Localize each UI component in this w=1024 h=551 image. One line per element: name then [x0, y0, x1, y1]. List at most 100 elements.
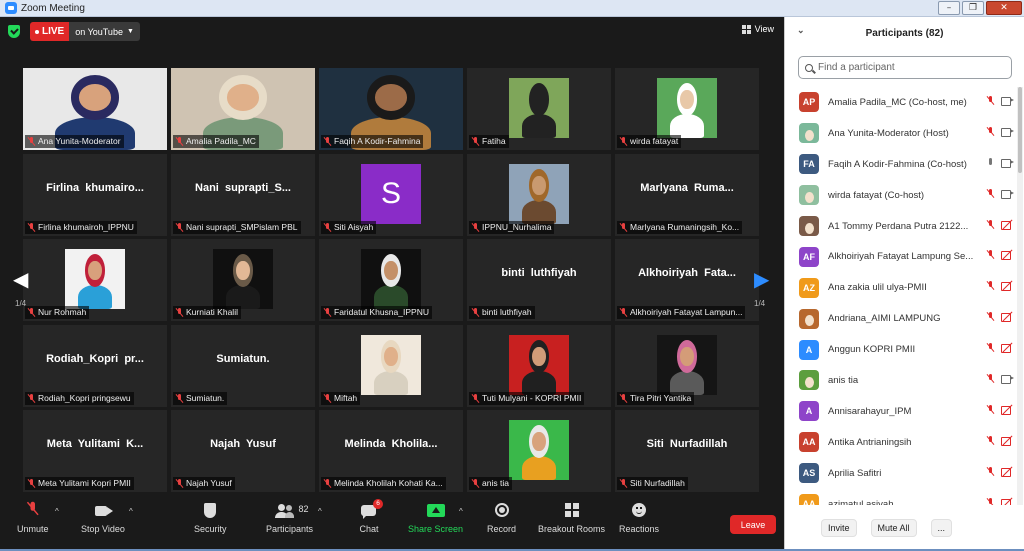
participant-row[interactable]: A1 Tommy Perdana Putra 2122... — [785, 211, 1017, 242]
video-camera-icon[interactable] — [1001, 374, 1014, 385]
participant-row[interactable]: AP Amalia Padila_MC (Co-host, me) — [785, 87, 1017, 118]
participants-button[interactable]: 82 Participants — [266, 503, 313, 534]
mic-muted-icon[interactable] — [987, 374, 993, 383]
video-off-icon[interactable] — [1001, 467, 1013, 477]
next-page-arrow-icon[interactable]: ▶ — [754, 267, 769, 292]
video-tile[interactable]: Faridatul Khusna_IPPNU — [319, 239, 463, 321]
video-off-icon[interactable] — [1001, 405, 1013, 415]
participant-row[interactable]: A Annisarahayur_IPM — [785, 396, 1017, 427]
view-button[interactable]: View — [741, 24, 774, 34]
video-camera-icon[interactable] — [1001, 127, 1014, 137]
video-tile[interactable]: Faqih A Kodir-Fahmina — [319, 68, 463, 150]
security-button[interactable]: Security — [194, 503, 227, 534]
participant-row[interactable]: FA Faqih A Kodir-Fahmina (Co-host) — [785, 149, 1017, 180]
video-tile[interactable]: Melinda Kholila... Melinda Kholilah Kohat… — [319, 410, 463, 492]
share-screen-button[interactable]: Share Screen — [408, 503, 463, 534]
participant-row[interactable]: anis tia — [785, 365, 1017, 396]
encryption-shield-icon[interactable] — [8, 25, 20, 38]
participant-row[interactable]: AF Alkhoiriyah Fatayat Lampung Se... — [785, 241, 1017, 272]
video-camera-icon[interactable] — [1001, 96, 1014, 106]
find-participant-input[interactable]: Find a participant — [798, 56, 1012, 79]
video-tile[interactable]: Amalia Padila_MC — [171, 68, 315, 150]
stop-video-button[interactable]: Stop Video — [81, 503, 125, 534]
video-tile[interactable]: Firlina khumairo... Firlina khumairoh_IPP… — [23, 154, 167, 236]
mic-muted-icon[interactable] — [987, 466, 993, 476]
video-tile[interactable]: anis tia — [467, 410, 611, 492]
mic-icon[interactable] — [987, 157, 993, 168]
share-options-caret-icon[interactable]: ^ — [459, 507, 463, 516]
collapse-chevron-icon[interactable]: ⌄ — [797, 25, 805, 36]
video-tile[interactable]: Alkhoiriyah Fata... Alkhoiriyah Fatayat L… — [615, 239, 759, 321]
video-tile[interactable]: Nani suprapti_S... Nani suprapti_SMPislam… — [171, 154, 315, 236]
video-off-icon[interactable] — [1001, 498, 1013, 505]
video-off-icon[interactable] — [1001, 281, 1013, 292]
video-tile[interactable]: Siti Nurfadillah Siti Nurfadillah — [615, 410, 759, 492]
mic-muted-icon[interactable] — [987, 497, 993, 505]
live-stream-badge[interactable]: LIVE on YouTube ▼ — [30, 22, 140, 41]
more-options-button[interactable]: ... — [930, 519, 953, 537]
participant-list-scrollbar[interactable] — [1017, 87, 1023, 505]
close-button[interactable]: ✕ — [986, 1, 1022, 15]
participant-row[interactable]: A Anggun KOPRI PMII — [785, 334, 1017, 365]
maximize-button[interactable]: ❐ — [962, 1, 984, 15]
mic-muted-icon — [472, 479, 478, 488]
mic-muted-icon[interactable] — [987, 281, 993, 290]
mic-muted-icon[interactable] — [987, 126, 993, 136]
reactions-button[interactable]: Reactions — [619, 503, 659, 534]
participant-row[interactable]: AA Antika Antrianingsih — [785, 427, 1017, 458]
mic-muted-icon[interactable] — [987, 404, 993, 414]
video-tile[interactable]: Nur Rohmah — [23, 239, 167, 321]
prev-page-arrow-icon[interactable]: ◀ — [13, 267, 28, 292]
participant-row[interactable]: Ana Yunita-Moderator (Host) — [785, 118, 1017, 149]
video-off-icon[interactable] — [1001, 250, 1013, 261]
video-tile[interactable]: Kurniati Khalil — [171, 239, 315, 321]
mic-muted-icon[interactable] — [987, 343, 993, 352]
participant-row[interactable]: AZ Ana zakia ulil ulya-PMII — [785, 272, 1017, 303]
mic-muted-icon[interactable] — [987, 435, 993, 445]
video-options-caret-icon[interactable]: ^ — [129, 507, 133, 516]
video-tile[interactable]: Tira Pitri Yantika — [615, 325, 759, 407]
participant-row[interactable]: AS Aprilia Safitri — [785, 458, 1017, 489]
video-off-icon[interactable] — [1001, 312, 1013, 323]
invite-button[interactable]: Invite — [821, 519, 857, 537]
video-camera-icon[interactable] — [1001, 158, 1014, 169]
video-off-icon[interactable] — [1001, 220, 1013, 230]
video-tile[interactable]: Rodiah_Kopri pr... Rodiah_Kopri pringsewu — [23, 325, 167, 407]
video-off-icon[interactable] — [1001, 436, 1013, 446]
video-tile[interactable]: Meta Yulitami K... Meta Yulitami Kopri PM… — [23, 410, 167, 492]
mic-muted-icon[interactable] — [987, 188, 993, 198]
video-tile[interactable]: Sumiatun. Sumiatun. — [171, 325, 315, 407]
video-off-icon[interactable] — [1001, 343, 1013, 354]
video-tile[interactable]: Marlyana Ruma... Marlyana Rumaningsih_Ko.… — [615, 154, 759, 236]
participant-row[interactable]: wirda fatayat (Co-host) — [785, 180, 1017, 211]
live-platform[interactable]: on YouTube ▼ — [69, 22, 140, 41]
breakout-rooms-button[interactable]: Breakout Rooms — [538, 503, 605, 534]
leave-button[interactable]: Leave — [730, 515, 776, 534]
video-tile[interactable]: wirda fatayat — [615, 68, 759, 150]
unmute-label: Unmute — [17, 524, 49, 534]
scrollbar-thumb[interactable] — [1018, 87, 1022, 173]
participant-row[interactable]: AA azimatul asiyah — [785, 489, 1017, 505]
video-tile[interactable]: Fatiha — [467, 68, 611, 150]
participant-row[interactable]: Andriana_AIMI LAMPUNG — [785, 303, 1017, 334]
video-tile[interactable]: IPPNU_Nurhalima — [467, 154, 611, 236]
mic-muted-icon[interactable] — [987, 312, 993, 321]
unmute-button[interactable]: Unmute — [17, 501, 49, 534]
video-tile[interactable]: Miftah — [319, 325, 463, 407]
shield-icon — [199, 503, 221, 519]
video-tile[interactable]: S Siti Aisyah — [319, 154, 463, 236]
mic-muted-icon[interactable] — [987, 219, 993, 229]
participants-caret-icon[interactable]: ^ — [318, 507, 322, 516]
chat-button[interactable]: 6 Chat — [358, 499, 383, 534]
minimize-button[interactable]: – — [938, 1, 960, 15]
record-button[interactable]: Record — [487, 503, 516, 534]
video-tile[interactable]: binti luthfiyah binti luthfiyah — [467, 239, 611, 321]
video-tile[interactable]: Ana Yunita-Moderator — [23, 68, 167, 150]
mic-muted-icon[interactable] — [987, 250, 993, 259]
audio-options-caret-icon[interactable]: ^ — [55, 507, 59, 516]
mute-all-button[interactable]: Mute All — [870, 519, 917, 537]
video-tile[interactable]: Najah Yusuf Najah Yusuf — [171, 410, 315, 492]
video-tile[interactable]: Tuti Mulyani - KOPRI PMII — [467, 325, 611, 407]
mic-muted-icon[interactable] — [987, 96, 993, 105]
video-camera-icon[interactable] — [1001, 189, 1014, 199]
